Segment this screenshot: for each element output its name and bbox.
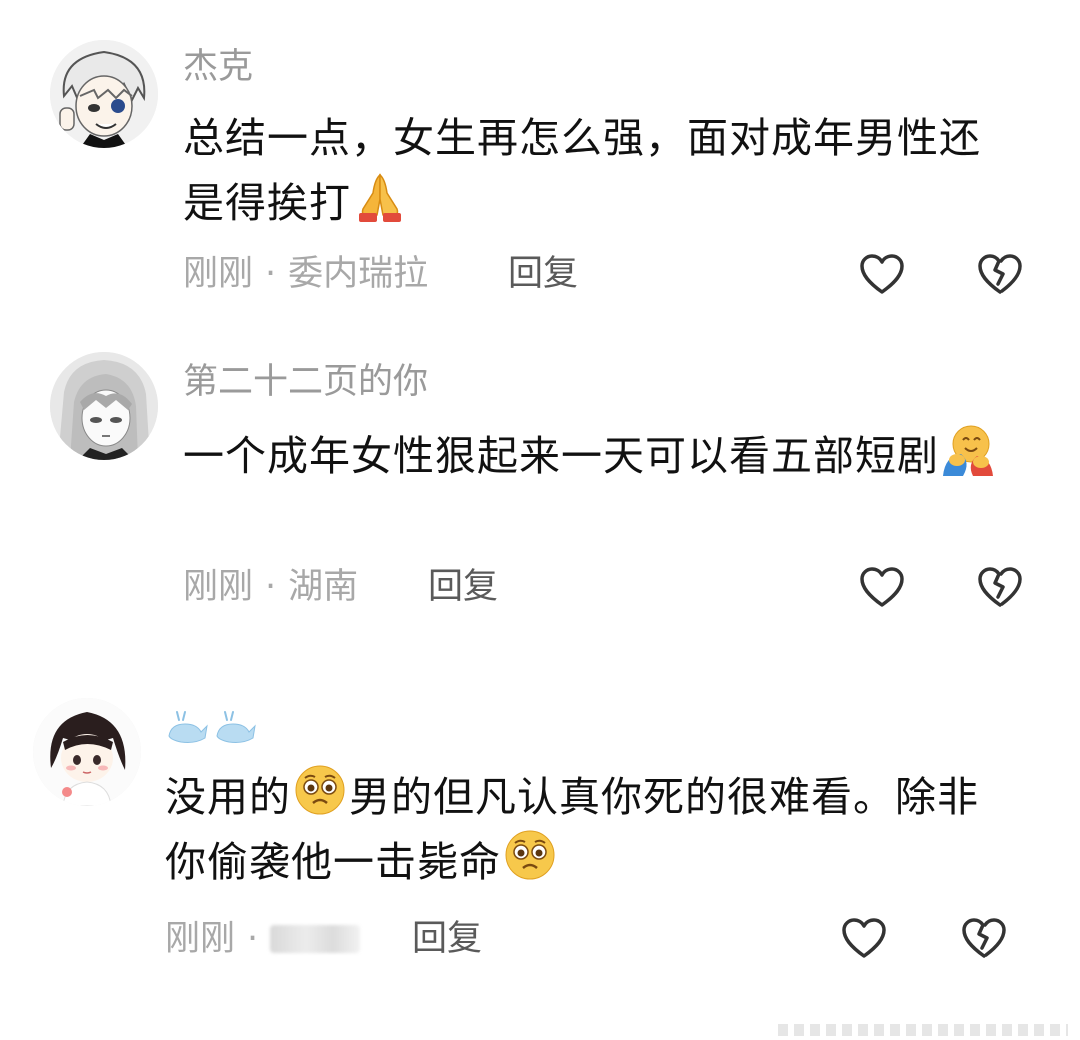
dislike-button[interactable] [960, 916, 1008, 960]
broken-heart-outline-icon [978, 254, 1022, 294]
dislike-button[interactable] [976, 252, 1024, 296]
comment-time: 刚刚 [183, 567, 254, 607]
hugging-face-emoji [941, 422, 995, 476]
reply-button[interactable]: 回复 [508, 257, 578, 292]
comment-time: 刚刚 [183, 254, 254, 294]
whale-emoji-pair-icon [165, 706, 261, 746]
comment-text: 总结一点，女生再怎么强，面对成年男性还是得挨打 [183, 107, 1013, 234]
dislike-button[interactable] [976, 565, 1024, 609]
heart-outline-icon [860, 254, 904, 294]
comment-item: 第二十二页的你 一个成年女性狠起来一天可以看五部短剧 刚刚 · 湖南 回复 [0, 330, 1080, 660]
reply-button[interactable]: 回复 [428, 570, 498, 605]
comment-location: 湖南 [288, 567, 359, 607]
comment-item: 没用的 男的但凡认真你死的很难看。除非你偷袭他一击毙命 刚刚 · 回复 [0, 660, 1080, 1040]
chibi-girl-avatar-icon [33, 698, 141, 806]
comment-location: 委内瑞拉 [288, 254, 429, 294]
like-button[interactable] [840, 916, 888, 960]
meta-separator: · [265, 567, 277, 607]
reply-button[interactable]: 回复 [412, 922, 482, 957]
blurred-location [270, 925, 361, 953]
comment-text-body: 总结一点，女生再怎么强，面对成年男性还是得挨打 [183, 114, 981, 227]
comment-meta: 刚刚 · [165, 919, 361, 959]
comment-username[interactable]: 第二十二页的你 [183, 365, 428, 400]
like-button[interactable] [858, 252, 906, 296]
avatar[interactable] [50, 352, 158, 460]
like-button[interactable] [858, 565, 906, 609]
meta-separator: · [265, 254, 277, 294]
anime-boy-avatar-icon [50, 40, 158, 148]
comment-username[interactable]: 杰克 [183, 50, 253, 85]
comment-item: 杰克 总结一点，女生再怎么强，面对成年男性还是得挨打 刚刚 · 委内瑞拉 回复 [0, 0, 1080, 330]
comment-username[interactable] [165, 706, 261, 753]
watermark [778, 1024, 1068, 1036]
avatar[interactable] [50, 40, 158, 148]
avatar[interactable] [33, 698, 141, 806]
anime-girl-avatar-icon [50, 352, 158, 460]
comment-text: 一个成年女性狠起来一天可以看五部短剧 [183, 422, 1013, 487]
folded-hands-emoji [353, 169, 407, 223]
comment-meta: 刚刚 · 湖南 [183, 570, 358, 605]
broken-heart-outline-icon [978, 567, 1022, 607]
comment-meta: 刚刚 · 委内瑞拉 [183, 257, 428, 292]
pleading-face-emoji [503, 828, 557, 882]
comment-time: 刚刚 [165, 919, 236, 959]
broken-heart-outline-icon [962, 918, 1006, 958]
heart-outline-icon [842, 918, 886, 958]
heart-outline-icon [860, 567, 904, 607]
comment-text-body: 一个成年女性狠起来一天可以看五部短剧 [183, 432, 939, 480]
comment-text: 没用的 男的但凡认真你死的很难看。除非你偷袭他一击毙命 [165, 763, 1015, 893]
pleading-face-emoji [293, 763, 347, 817]
comment-text-part: 没用的 [165, 773, 291, 821]
meta-separator: · [247, 919, 259, 959]
